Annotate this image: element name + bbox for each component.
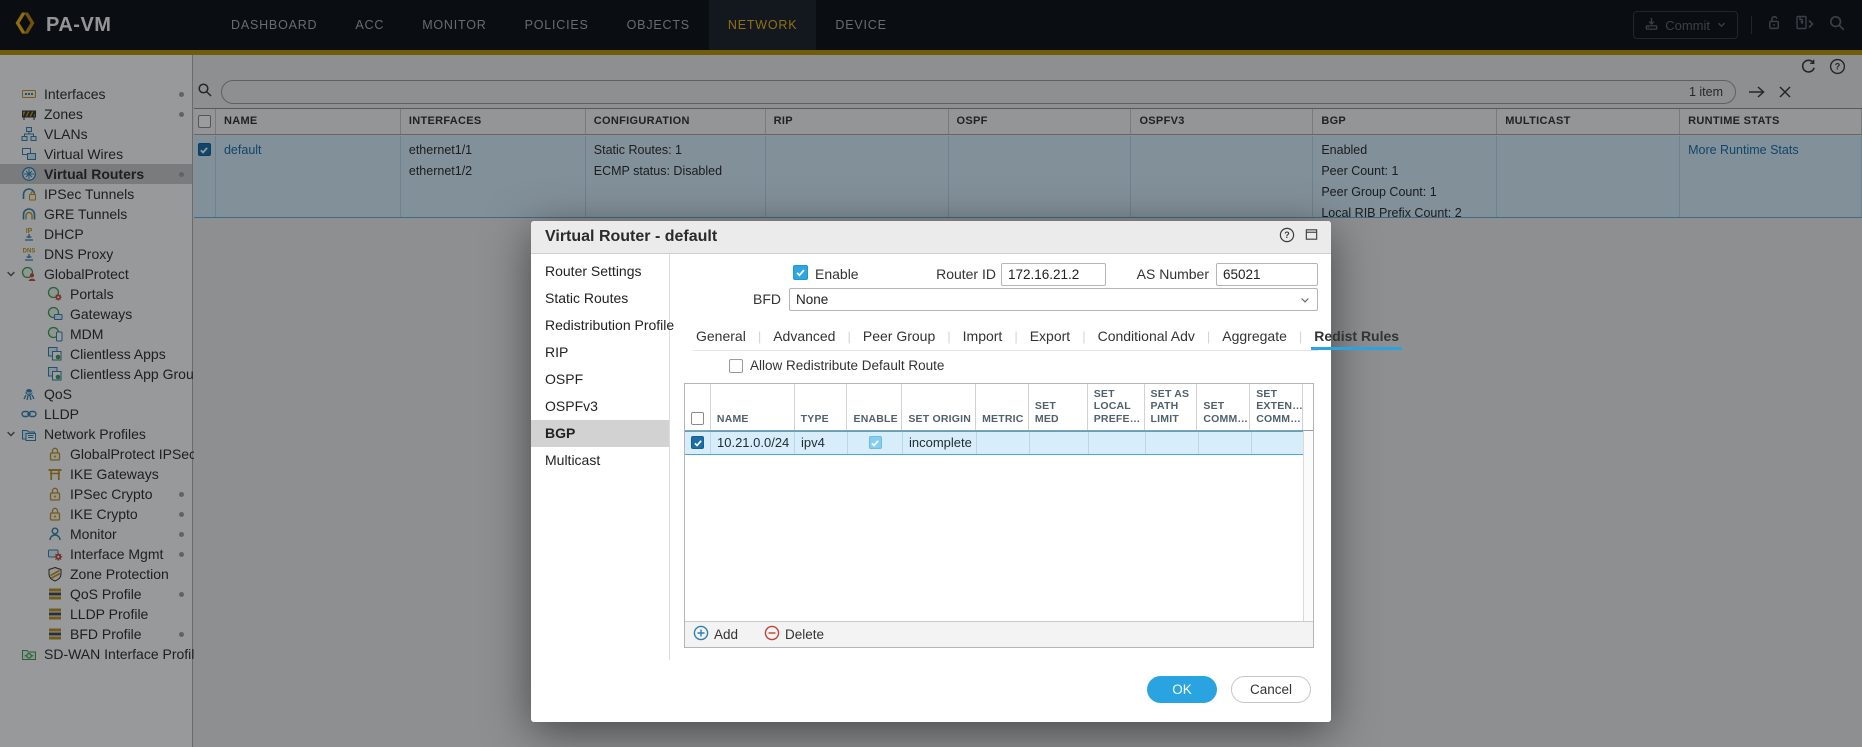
redist-cell-set [1199, 431, 1252, 454]
svg-text:?: ? [1284, 230, 1290, 240]
bgp-tabs: General|Advanced|Peer Group|Import|Expor… [693, 322, 1318, 351]
bfd-selected-value: None [796, 292, 828, 307]
redist-cell-set-origin: incomplete [903, 431, 977, 454]
redist-rules-table: NAMETYPEENABLESET ORIGINMETRICSET MEDSET… [684, 383, 1314, 648]
redist-cell-set [1089, 431, 1146, 454]
tab-separator: | [1290, 329, 1311, 350]
tab-redist-rules[interactable]: Redist Rules [1311, 328, 1402, 350]
redist-column-set[interactable]: SET LOCAL PREFE… [1088, 384, 1145, 430]
as-number-field[interactable] [1216, 263, 1318, 286]
tab-separator: | [1005, 329, 1026, 350]
redist-select-all-cell [685, 384, 711, 430]
dialog-main: Enable Router ID AS Number BFD None Gene… [671, 254, 1331, 660]
dialog-nav-rip[interactable]: RIP [531, 339, 669, 366]
dialog-body: Router SettingsStatic RoutesRedistributi… [531, 254, 1331, 660]
redist-column-set[interactable]: SET COMM… [1197, 384, 1250, 430]
redist-column-metric[interactable]: METRIC [976, 384, 1029, 430]
dialog-nav: Router SettingsStatic RoutesRedistributi… [531, 254, 670, 660]
redist-select-all-checkbox[interactable] [691, 412, 704, 425]
dialog-footer: OK Cancel [531, 660, 1331, 722]
redist-cell-name: 10.21.0.0/24 [711, 431, 795, 454]
as-number-label: AS Number [1101, 266, 1209, 282]
redist-row-checkbox[interactable] [691, 436, 704, 449]
dialog-nav-router-settings[interactable]: Router Settings [531, 258, 669, 285]
redist-cell-set [1252, 431, 1305, 454]
tab-import[interactable]: Import [960, 328, 1006, 350]
redist-enable-checkbox[interactable] [869, 436, 882, 449]
dialog-nav-static-routes[interactable]: Static Routes [531, 285, 669, 312]
router-id-field[interactable] [1001, 263, 1106, 286]
dialog-window-icon[interactable] [1304, 227, 1319, 248]
add-button[interactable]: Add [693, 625, 738, 644]
table-scrollbar-track[interactable] [1303, 431, 1313, 621]
delete-label: Delete [785, 627, 824, 642]
redist-column-enable[interactable]: ENABLE [847, 384, 902, 430]
router-id-label: Router ID [881, 266, 996, 282]
redist-rule-row[interactable]: 10.21.0.0/24ipv4 incomplete [685, 431, 1313, 455]
redist-cell-type: ipv4 [795, 431, 848, 454]
allow-redistribute-label: Allow Redistribute Default Route [750, 358, 944, 373]
tab-conditional-adv[interactable]: Conditional Adv [1095, 328, 1198, 350]
dialog-nav-ospf[interactable]: OSPF [531, 366, 669, 393]
tab-advanced[interactable]: Advanced [770, 328, 838, 350]
tab-aggregate[interactable]: Aggregate [1219, 328, 1290, 350]
redist-column-set-as[interactable]: SET AS PATH LIMIT [1145, 384, 1198, 430]
redist-cell-set-as [1146, 431, 1199, 454]
dialog-nav-ospfv3[interactable]: OSPFv3 [531, 393, 669, 420]
header-scroll-spacer [1303, 384, 1313, 430]
redist-column-set[interactable]: SET EXTEN… COMM… [1250, 384, 1303, 430]
tab-separator: | [938, 329, 959, 350]
tab-export[interactable]: Export [1027, 328, 1073, 350]
delete-button[interactable]: Delete [764, 625, 824, 644]
redist-column-set[interactable]: SET MED [1029, 384, 1088, 430]
redist-column-type[interactable]: TYPE [795, 384, 848, 430]
dialog-nav-redistribution-profile[interactable]: Redistribution Profile [531, 312, 669, 339]
dialog-help-icon[interactable]: ? [1279, 227, 1295, 248]
dialog-header: Virtual Router - default ? [531, 221, 1331, 254]
enable-label: Enable [815, 266, 859, 282]
redist-column-set-origin[interactable]: SET ORIGIN [902, 384, 976, 430]
allow-redistribute-checkbox[interactable] [729, 359, 743, 373]
delete-icon [764, 625, 780, 644]
ok-button[interactable]: OK [1147, 676, 1217, 703]
add-label: Add [714, 627, 738, 642]
cancel-button[interactable]: Cancel [1231, 676, 1311, 703]
tab-separator: | [1073, 329, 1094, 350]
redist-cell-checkbox [685, 431, 711, 454]
tab-separator: | [1198, 329, 1219, 350]
add-icon [693, 625, 709, 644]
tab-general[interactable]: General [693, 328, 749, 350]
redist-cell-enable [848, 431, 903, 454]
dialog-nav-multicast[interactable]: Multicast [531, 447, 669, 474]
tab-separator: | [749, 329, 770, 350]
dialog-title: Virtual Router - default [531, 228, 717, 246]
redist-cell-metric [977, 431, 1030, 454]
chevron-down-icon [1299, 294, 1311, 306]
dialog-nav-bgp[interactable]: BGP [531, 420, 669, 447]
redist-cell-set [1030, 431, 1089, 454]
allow-redistribute-row: Allow Redistribute Default Route [729, 358, 944, 373]
tab-separator: | [838, 329, 859, 350]
tab-peer-group[interactable]: Peer Group [860, 328, 938, 350]
redist-column-name[interactable]: NAME [711, 384, 795, 430]
bfd-label: BFD [671, 291, 781, 307]
pa-vm-network-page: PA-VM DASHBOARDACCMONITORPOLICIESOBJECTS… [0, 0, 1862, 747]
enable-checkbox[interactable] [793, 265, 808, 280]
redist-rules-table-header: NAMETYPEENABLESET ORIGINMETRICSET MEDSET… [685, 384, 1313, 431]
bfd-select[interactable]: None [789, 288, 1318, 311]
table-footer-actions: Add Delete [685, 621, 1313, 647]
virtual-router-dialog: Virtual Router - default ? Router Settin… [531, 221, 1331, 722]
